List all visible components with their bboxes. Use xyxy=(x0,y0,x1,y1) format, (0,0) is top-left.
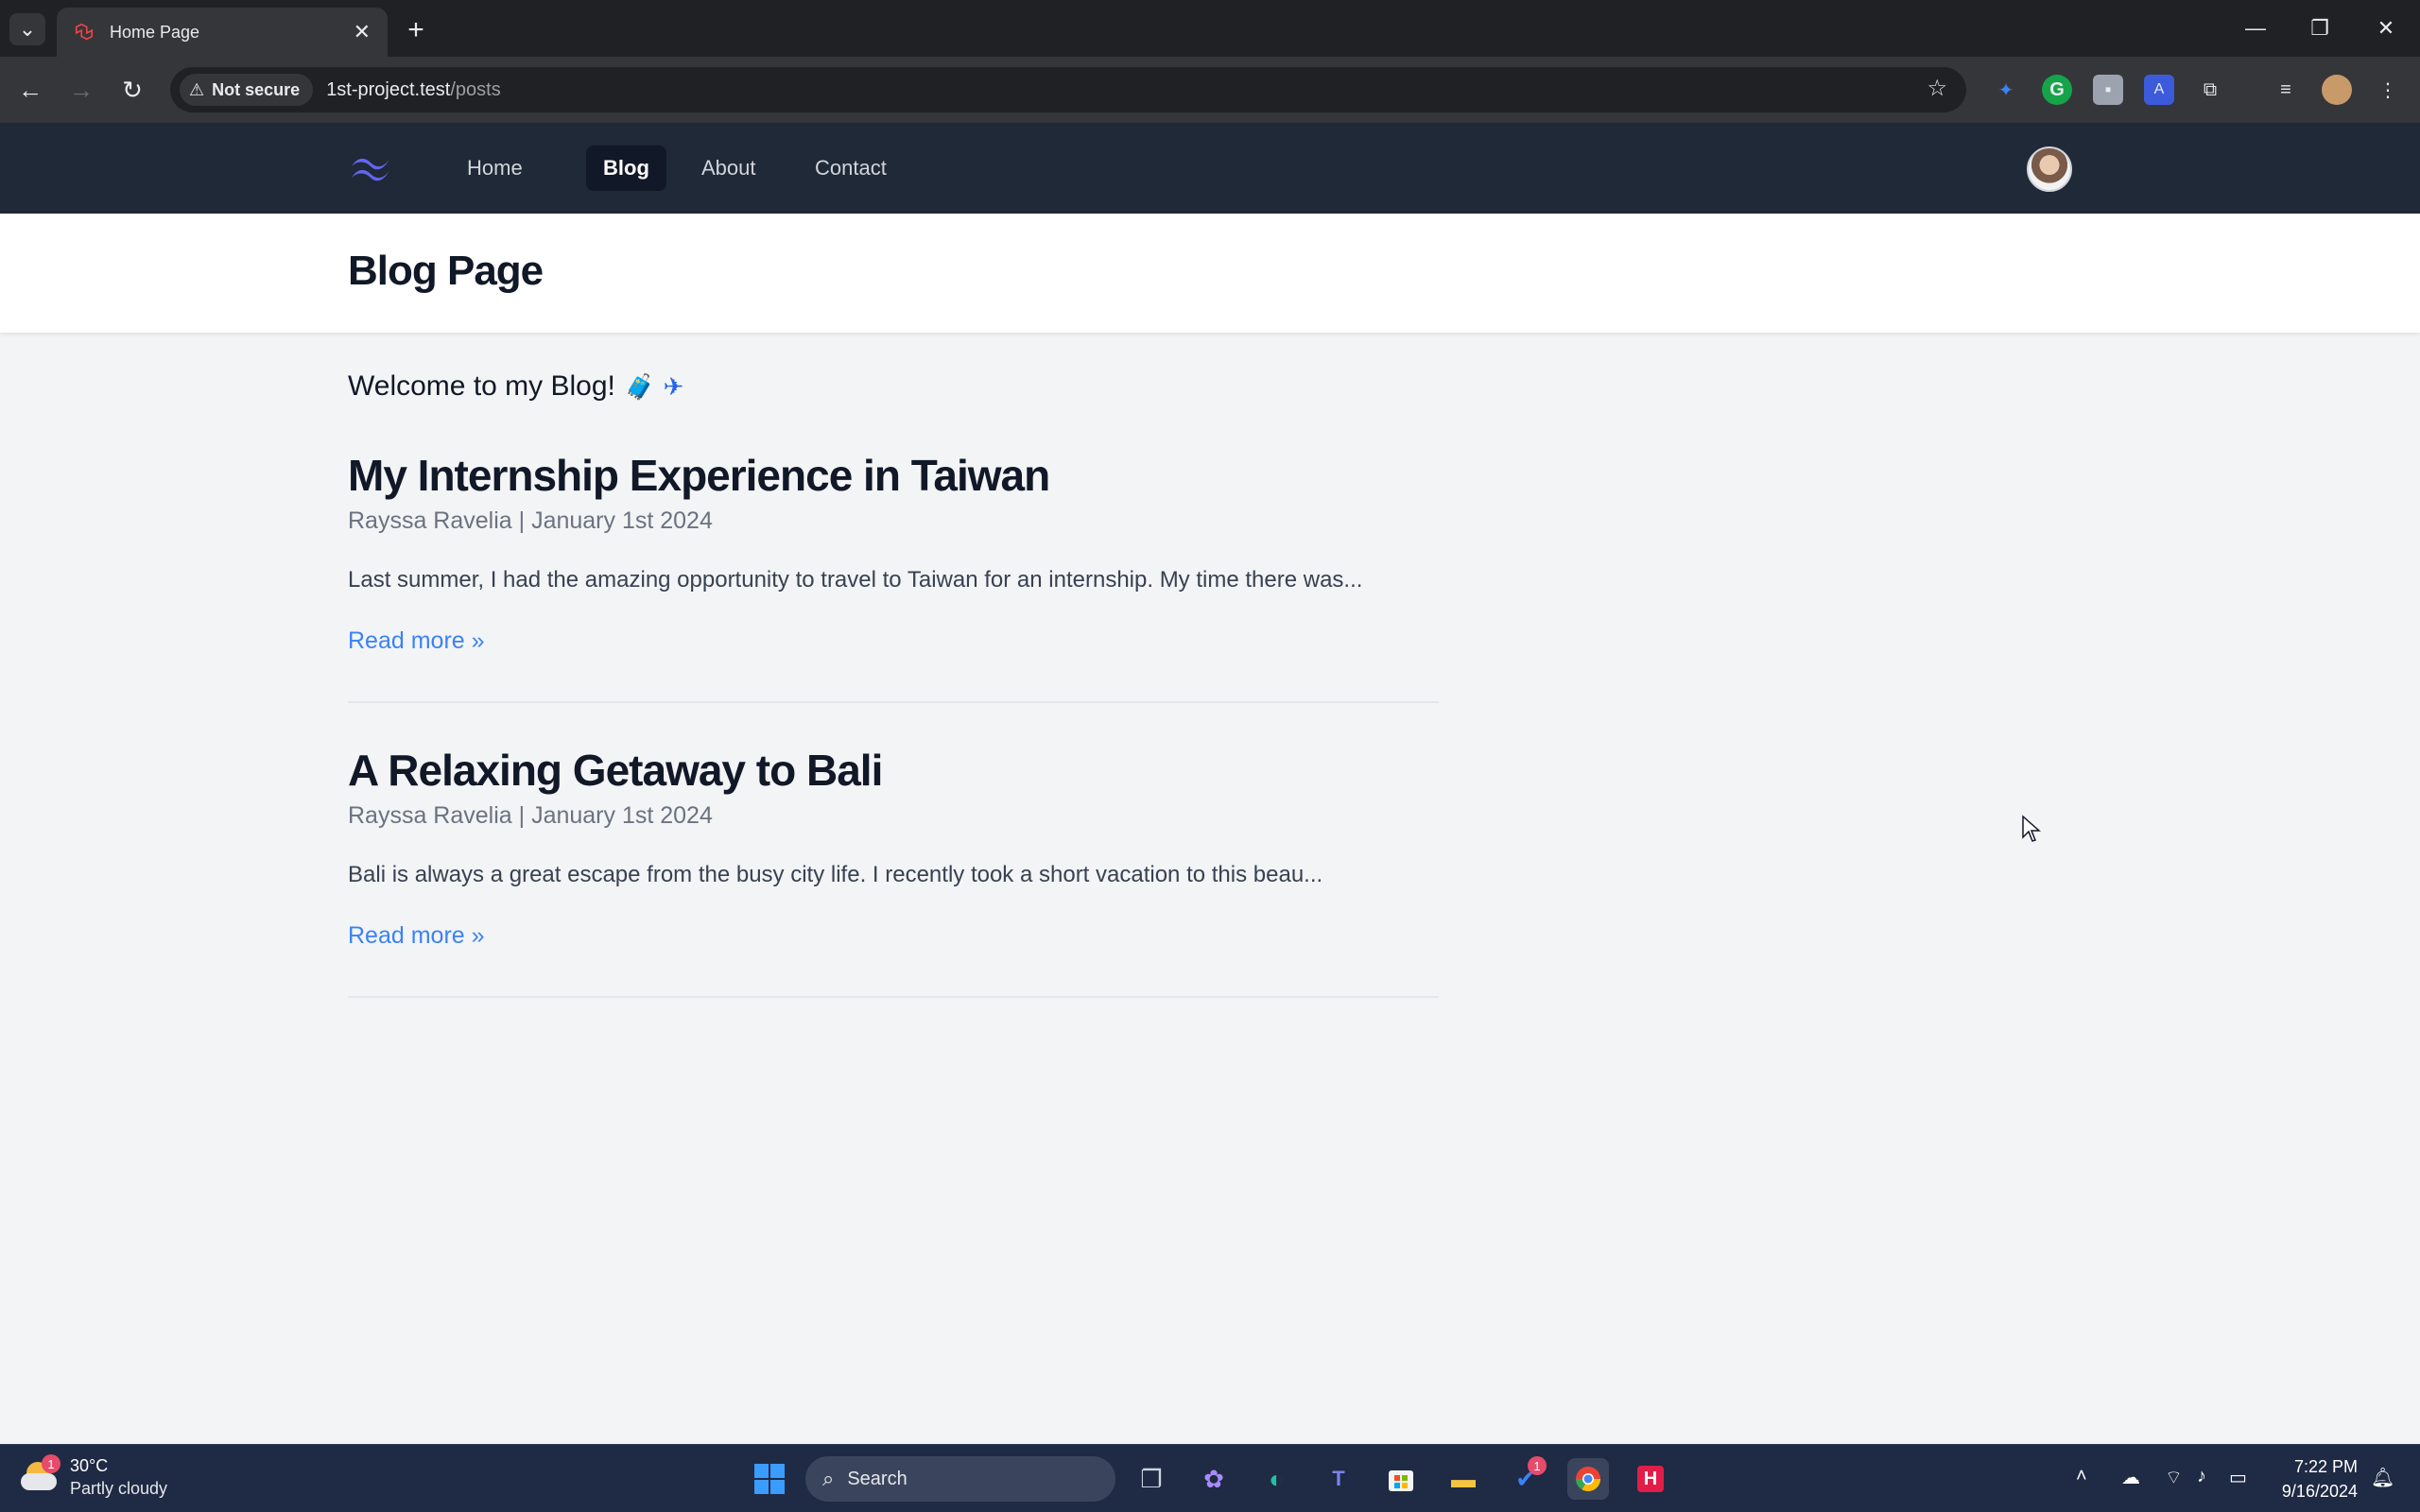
browser-toolbar: ← → ↻ ⚠ Not secure 1st-project.test/post… xyxy=(0,57,2420,123)
windows-taskbar: 1 30°C Partly cloudy ⌕ Search ❐ ✿ ◐ T ▬ … xyxy=(0,1444,2420,1512)
browser-tab-active[interactable]: Home Page ✕ xyxy=(57,8,388,57)
media-control-icon[interactable]: ≡ xyxy=(2271,75,2301,105)
post-excerpt: Bali is always a great escape from the b… xyxy=(348,862,1323,888)
address-bar[interactable]: ⚠ Not secure 1st-project.test/posts ☆ xyxy=(170,67,1966,112)
weather-temp: 30°C xyxy=(70,1456,109,1475)
back-arrow-icon[interactable]: ← xyxy=(13,73,47,107)
search-icon: ⌕ xyxy=(822,1467,835,1490)
teams-icon[interactable]: T xyxy=(1318,1458,1359,1500)
user-avatar[interactable] xyxy=(2027,146,2072,192)
tailwind-logo-icon[interactable] xyxy=(348,151,393,185)
partly-cloudy-icon: 1 xyxy=(21,1454,60,1496)
tab-search-button[interactable]: ⌄ xyxy=(9,13,45,45)
translate-extension-icon[interactable]: A xyxy=(2144,75,2174,105)
clock-time: 7:22 PM xyxy=(2293,1457,2358,1476)
extension-photo-icon[interactable]: ▪ xyxy=(2093,75,2123,105)
weather-widget[interactable]: 1 30°C Partly cloudy xyxy=(21,1454,167,1500)
profile-avatar-icon[interactable] xyxy=(2322,75,2352,105)
battery-icon[interactable]: ▭ xyxy=(2229,1466,2247,1489)
close-window-icon[interactable]: ✕ xyxy=(2358,9,2414,47)
task-view-icon[interactable]: ❐ xyxy=(1131,1458,1172,1500)
menu-kebab-icon[interactable]: ⋮ xyxy=(2373,75,2403,105)
welcome-text: Welcome to my Blog! 🧳 ✈ xyxy=(348,370,683,403)
laravel-favicon-icon xyxy=(75,23,94,41)
page-header: Blog Page xyxy=(0,214,2420,333)
mouse-cursor-icon xyxy=(2022,815,2041,842)
chrome-icon[interactable] xyxy=(1567,1458,1609,1500)
extension-bird-icon[interactable]: ✦ xyxy=(1991,75,2021,105)
post-meta: Rayssa Ravelia | January 1st 2024 xyxy=(348,802,713,830)
read-more-link[interactable]: Read more » xyxy=(348,627,485,655)
post-card: A Relaxing Getaway to Bali Rayssa Raveli… xyxy=(348,745,1439,998)
notification-bell-icon[interactable]: 🔔︎ xyxy=(2371,1466,2394,1489)
clock-date: 9/16/2024 xyxy=(2281,1482,2358,1501)
security-indicator[interactable]: ⚠ Not secure xyxy=(180,74,314,106)
security-label: Not secure xyxy=(212,79,301,99)
url-path: /posts xyxy=(450,78,501,100)
weather-condition: Partly cloudy xyxy=(70,1479,168,1498)
todo-badge: 1 xyxy=(1528,1456,1547,1475)
post-excerpt: Last summer, I had the amazing opportuni… xyxy=(348,567,1363,593)
tab-title: Home Page xyxy=(110,22,200,42)
microsoft-store-icon[interactable] xyxy=(1380,1458,1422,1500)
post-card: My Internship Experience in Taiwan Rayss… xyxy=(348,450,1439,703)
url-host: 1st-project.test xyxy=(326,78,451,100)
nav-link-about[interactable]: About xyxy=(684,146,773,191)
extensions-puzzle-icon[interactable]: ⧉ xyxy=(2195,75,2225,105)
tab-close-icon[interactable]: ✕ xyxy=(354,20,371,44)
file-explorer-icon[interactable]: ▬ xyxy=(1443,1458,1484,1500)
copilot-icon[interactable]: ✿ xyxy=(1193,1458,1235,1500)
wifi-icon[interactable]: ⌔ xyxy=(2165,1466,2183,1489)
restore-icon[interactable]: ❐ xyxy=(2291,9,2348,47)
nav-link-home[interactable]: Home xyxy=(450,146,540,191)
nav-link-blog[interactable]: Blog xyxy=(586,146,666,191)
edge-browser-icon[interactable]: ◐ xyxy=(1255,1458,1297,1500)
read-more-link[interactable]: Read more » xyxy=(348,922,485,950)
site-navbar: Home Blog About Contact xyxy=(0,123,2420,214)
bookmark-star-icon[interactable]: ☆ xyxy=(1927,75,1947,102)
volume-icon[interactable]: ♪ xyxy=(2197,1466,2206,1487)
post-meta: Rayssa Ravelia | January 1st 2024 xyxy=(348,507,713,535)
tray-overflow-icon[interactable]: ˄ xyxy=(2076,1466,2087,1487)
forward-arrow-icon[interactable]: → xyxy=(64,73,98,107)
welcome-message: Welcome to my Blog! xyxy=(348,370,615,402)
reload-icon[interactable]: ↻ xyxy=(115,73,149,107)
luggage-airplane-icon: 🧳 ✈ xyxy=(624,373,684,402)
url-text[interactable]: 1st-project.test/posts xyxy=(326,79,501,101)
grammarly-icon[interactable]: G xyxy=(2042,75,2072,105)
weather-badge: 1 xyxy=(42,1454,60,1473)
new-tab-button[interactable]: + xyxy=(399,13,433,47)
page-title: Blog Page xyxy=(348,248,544,294)
warning-icon: ⚠ xyxy=(189,79,205,99)
taskbar-clock[interactable]: 7:22 PM 9/16/2024 xyxy=(2276,1454,2358,1503)
taskbar-search[interactable]: ⌕ Search xyxy=(805,1456,1115,1502)
todo-icon[interactable]: ✔ 1 xyxy=(1505,1456,1547,1500)
browser-tabstrip: ⌄ Home Page ✕ + — ❐ ✕ xyxy=(0,0,2420,57)
minimize-icon[interactable]: — xyxy=(2227,9,2284,47)
search-placeholder: Search xyxy=(847,1468,908,1489)
post-title[interactable]: A Relaxing Getaway to Bali xyxy=(348,745,1439,797)
post-title[interactable]: My Internship Experience in Taiwan xyxy=(348,450,1439,502)
nav-link-contact[interactable]: Contact xyxy=(798,146,904,191)
app-h-icon[interactable]: H xyxy=(1630,1458,1671,1500)
onedrive-icon[interactable]: ☁ xyxy=(2121,1466,2140,1489)
windows-start-icon[interactable] xyxy=(749,1458,790,1500)
